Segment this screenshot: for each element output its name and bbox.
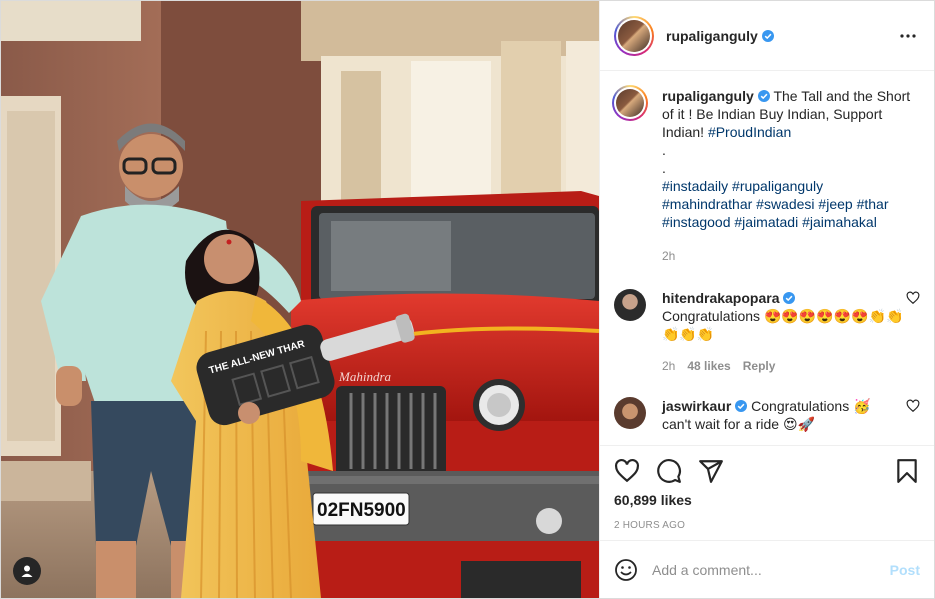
post-actions: 60,899 likes 2 HOURS AGO	[600, 445, 934, 540]
comment-text: Congratulations 🥳	[751, 398, 871, 414]
hashtag-line[interactable]: #mahindrathar #swadesi #jeep #thar	[662, 195, 920, 213]
post-photo[interactable]: Mahindra 02FN5900 THE ALL-NEW THAR	[1, 1, 599, 598]
caption: rupaliganguly The Tall and the Short of …	[612, 85, 920, 265]
user-tag-button[interactable]	[13, 557, 41, 585]
comment-item: jaswirkaur Congratulations 🥳 can't wait …	[614, 397, 920, 433]
verified-badge-icon	[761, 29, 774, 42]
action-icons	[614, 456, 920, 486]
caption-username[interactable]: rupaliganguly	[662, 88, 754, 104]
more-horizontal-icon	[900, 33, 916, 38]
caption-dot: .	[662, 142, 666, 158]
caption-age[interactable]: 2h	[662, 247, 675, 265]
caption-dot: .	[662, 160, 666, 176]
verified-badge-icon	[783, 292, 796, 304]
comment-like-heart-icon[interactable]	[906, 399, 920, 413]
hashtag-line[interactable]: #instadaily #rupaliganguly	[662, 177, 920, 195]
comment-likes[interactable]: 48 likes	[687, 357, 730, 375]
verified-badge-icon	[735, 400, 748, 412]
likes-count[interactable]: 60,899 likes	[614, 492, 920, 508]
more-options-button[interactable]	[896, 24, 920, 48]
comment-icon[interactable]	[656, 458, 682, 484]
post-header: rupaliganguly	[600, 1, 934, 71]
heart-icon[interactable]	[614, 458, 640, 484]
comment-age[interactable]: 2h	[662, 357, 675, 375]
verified-badge-icon	[757, 90, 770, 102]
post-timestamp[interactable]: 2 HOURS AGO	[614, 520, 920, 531]
car-brand-text: Mahindra	[338, 369, 392, 384]
comment-composer: Post	[600, 540, 934, 598]
author-name-block: rupaliganguly	[666, 28, 896, 44]
author-avatar[interactable]	[614, 15, 654, 56]
comment-text: Congratulations 😍😍😍😍😍😍👏👏👏👏👏	[662, 308, 904, 342]
comments-list[interactable]: rupaliganguly The Tall and the Short of …	[600, 71, 934, 445]
comment-text: can't wait for a ride 😍🚀	[662, 416, 815, 432]
comment-username[interactable]: jaswirkaur	[662, 398, 731, 414]
paper-plane-icon[interactable]	[698, 458, 724, 484]
comment-username[interactable]: hitendrakapopara	[662, 290, 779, 306]
user-tag-icon	[21, 565, 33, 577]
post-side-panel: rupaliganguly rupaliganguly The Tall and…	[599, 1, 934, 598]
reply-button[interactable]: Reply	[743, 357, 776, 375]
hashtag-link[interactable]: #ProudIndian	[708, 124, 791, 140]
caption-avatar[interactable]	[612, 85, 648, 121]
instagram-post: Mahindra 02FN5900 THE ALL-NEW THAR rupal…	[0, 0, 935, 599]
comment-item: hitendrakapopara Congratulations 😍😍😍😍😍😍👏…	[614, 289, 920, 375]
post-comment-button[interactable]: Post	[890, 562, 920, 578]
license-plate-text: 02FN5900	[317, 500, 406, 521]
author-username[interactable]: rupaliganguly	[666, 28, 758, 44]
commenter-avatar[interactable]	[614, 289, 646, 321]
photo-illustration: Mahindra 02FN5900 THE ALL-NEW THAR	[1, 1, 599, 598]
emoji-icon[interactable]	[614, 558, 638, 582]
bookmark-icon[interactable]	[894, 458, 920, 484]
comment-like-heart-icon[interactable]	[906, 291, 920, 305]
hashtag-line[interactable]: #instagood #jaimatadi #jaimahakal	[662, 213, 920, 231]
comment-input[interactable]	[652, 561, 890, 578]
commenter-avatar[interactable]	[614, 397, 646, 429]
